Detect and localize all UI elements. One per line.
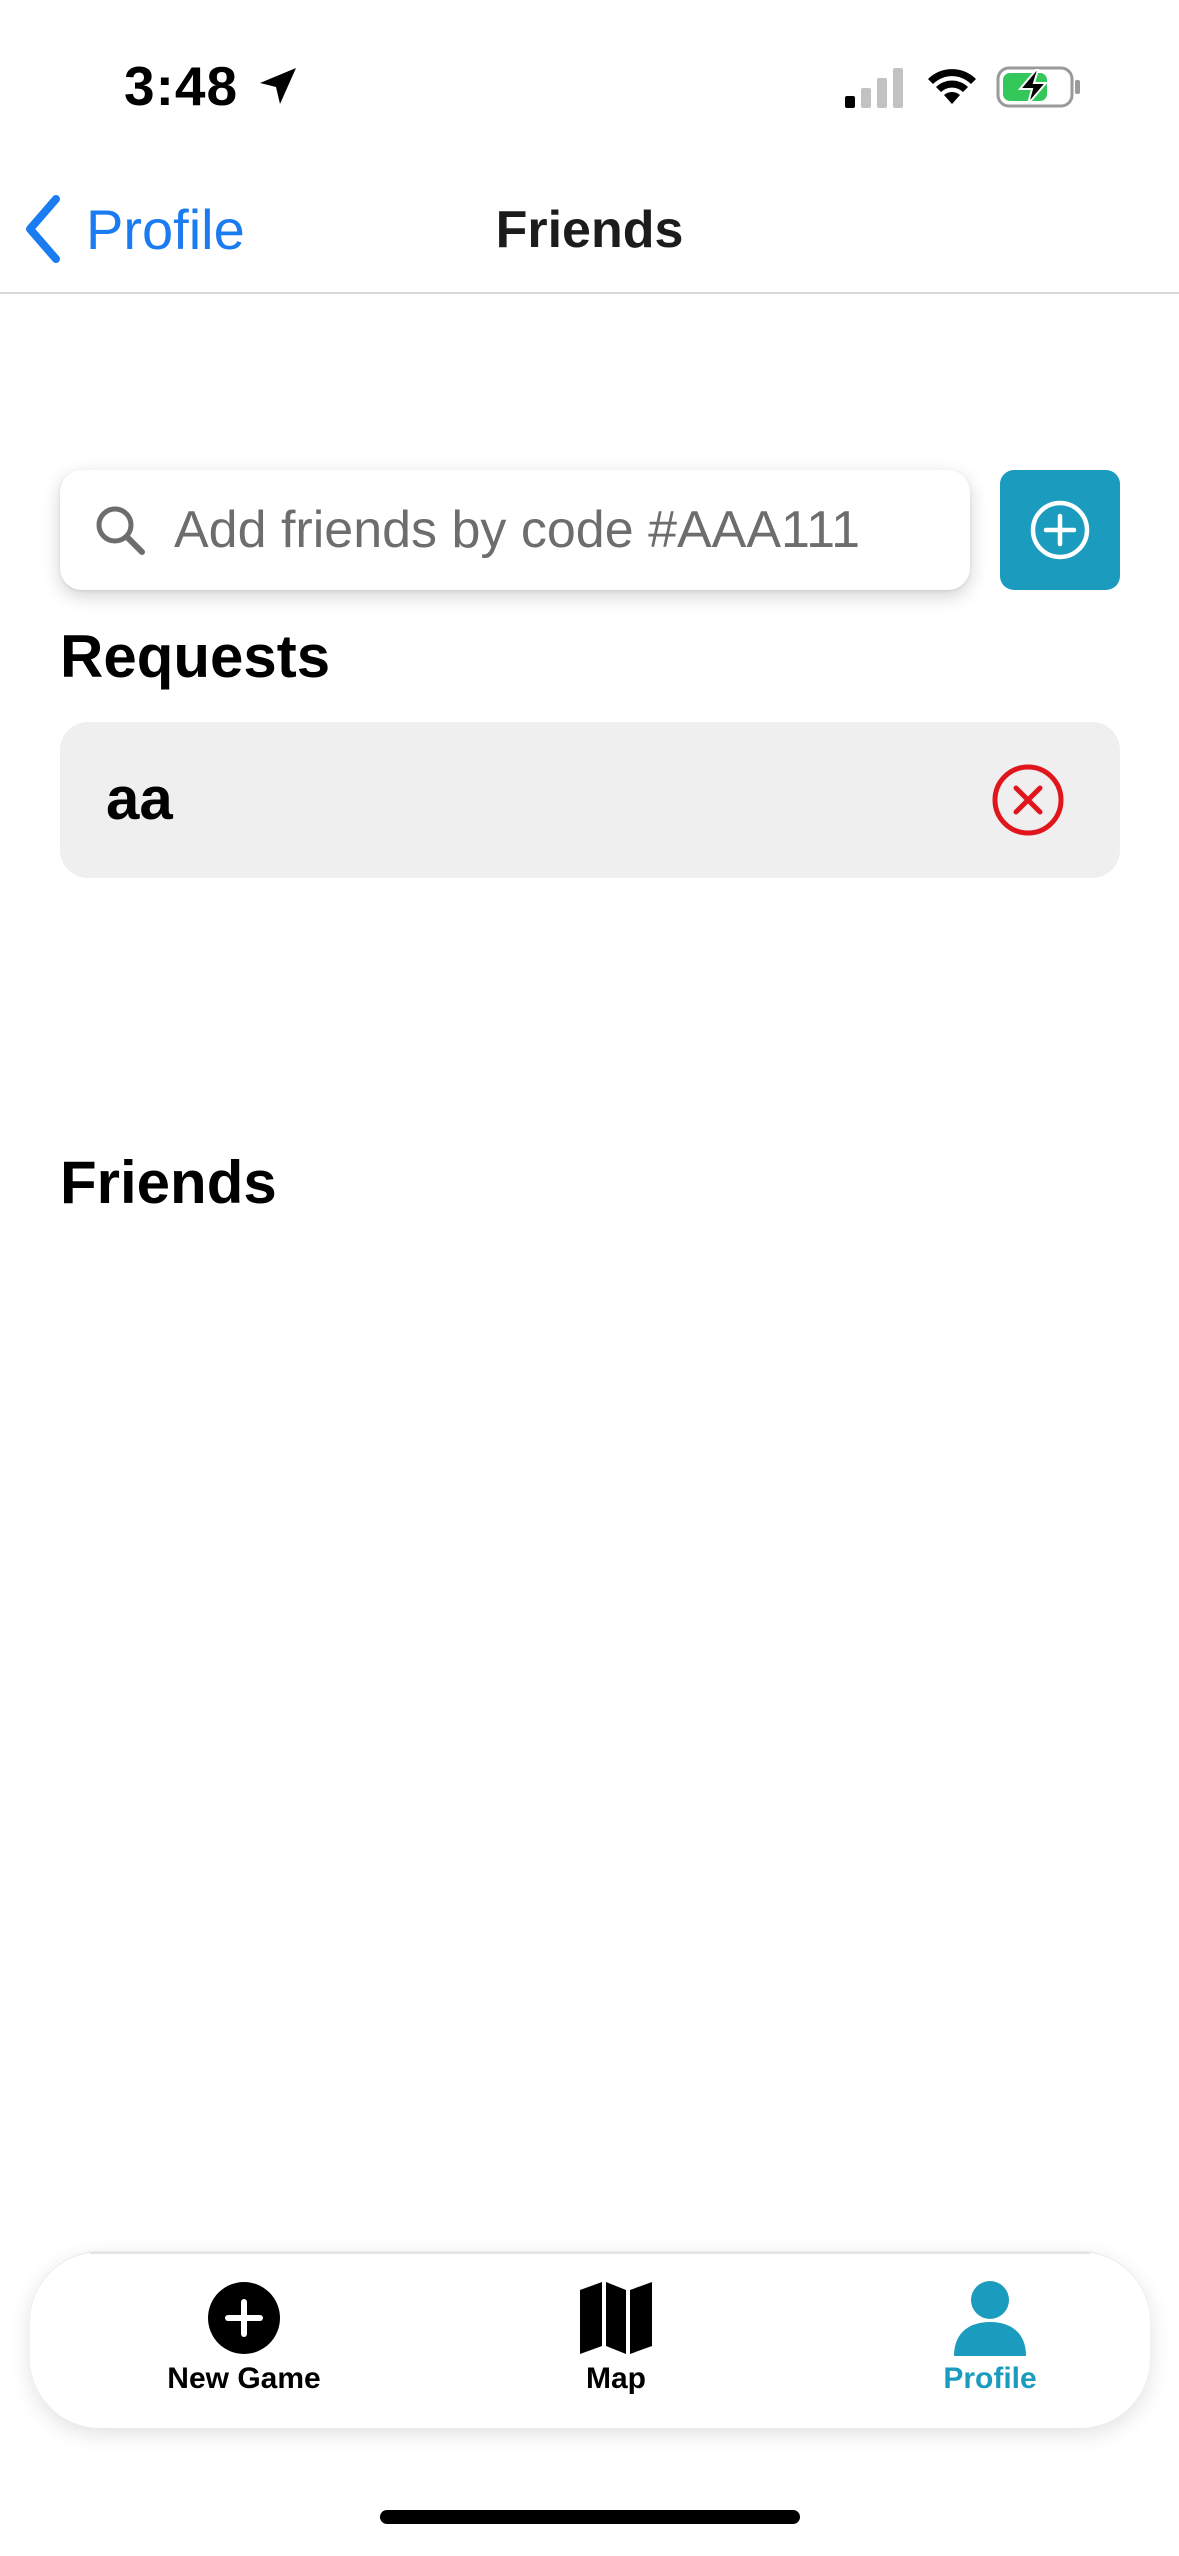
requests-heading: Requests	[60, 623, 331, 690]
friend-request-name: aa	[106, 765, 173, 832]
status-time: 3:48	[124, 55, 239, 117]
friend-request-row[interactable]: aa	[60, 722, 1120, 878]
page-title: Friends	[495, 201, 684, 259]
tab-profile[interactable]: Profile	[840, 2280, 1140, 2410]
plus-circle-icon	[208, 2282, 280, 2354]
x-circle-icon	[992, 764, 1064, 836]
add-friend-button[interactable]	[1000, 470, 1120, 590]
location-arrow-icon	[260, 68, 296, 104]
tab-new-game[interactable]: New Game	[94, 2280, 394, 2410]
home-indicator[interactable]	[380, 2510, 800, 2524]
friends-screen: 3:48 Profile Friends Add friends by code…	[0, 0, 1179, 2556]
person-icon	[954, 2281, 1026, 2356]
tab-label: Profile	[943, 2362, 1037, 2395]
add-friend-code-input[interactable]	[174, 500, 934, 560]
decline-request-button[interactable]	[990, 762, 1066, 838]
tab-bar: New Game Map Profile	[30, 2252, 1150, 2428]
tab-label: New Game	[167, 2362, 321, 2395]
cellular-signal-icon	[845, 68, 903, 108]
search-field[interactable]	[60, 470, 970, 590]
map-icon	[580, 2282, 652, 2354]
friends-heading: Friends	[60, 1149, 277, 1216]
plus-circle-icon	[1030, 500, 1090, 560]
tab-map[interactable]: Map	[466, 2280, 766, 2410]
tab-bar-divider	[90, 2252, 1090, 2254]
battery-charging-icon	[996, 66, 1080, 108]
search-icon	[96, 506, 145, 555]
tab-label: Map	[586, 2362, 646, 2395]
navigation-bar: Profile Friends	[0, 170, 1179, 294]
status-bar: 3:48	[0, 0, 1179, 170]
wifi-icon	[928, 69, 976, 104]
